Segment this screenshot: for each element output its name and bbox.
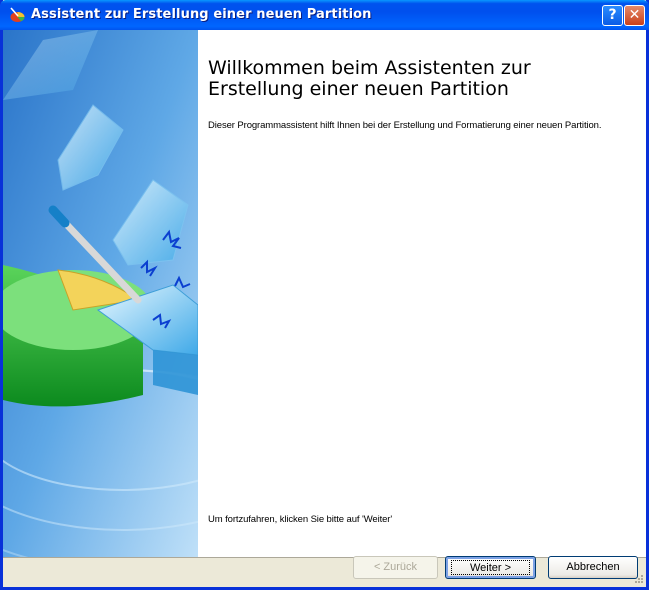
- welcome-heading: Willkommen beim Assistenten zur Erstellu…: [208, 57, 531, 100]
- window-title: Assistent zur Erstellung einer neuen Par…: [31, 7, 372, 22]
- next-button[interactable]: Weiter >: [445, 556, 536, 579]
- wizard-window: Assistent zur Erstellung einer neuen Par…: [0, 0, 649, 590]
- continue-hint: Um fortzufahren, klicken Sie bitte auf '…: [208, 514, 393, 525]
- title-bar[interactable]: Assistent zur Erstellung einer neuen Par…: [0, 0, 649, 30]
- partition-wizard-illustration: [3, 30, 198, 557]
- resize-grip-icon[interactable]: [634, 574, 644, 584]
- wizard-description: Dieser Programmassistent hilft Ihnen bei…: [208, 120, 602, 131]
- wizard-content: Willkommen beim Assistenten zur Erstellu…: [3, 30, 646, 557]
- cancel-button[interactable]: Abbrechen: [548, 556, 638, 579]
- app-icon: [10, 7, 25, 22]
- help-button[interactable]: ?: [602, 5, 623, 26]
- next-button-label: Weiter >: [451, 560, 530, 575]
- close-button[interactable]: ✕: [624, 5, 645, 26]
- back-button[interactable]: < Zurück: [353, 556, 438, 579]
